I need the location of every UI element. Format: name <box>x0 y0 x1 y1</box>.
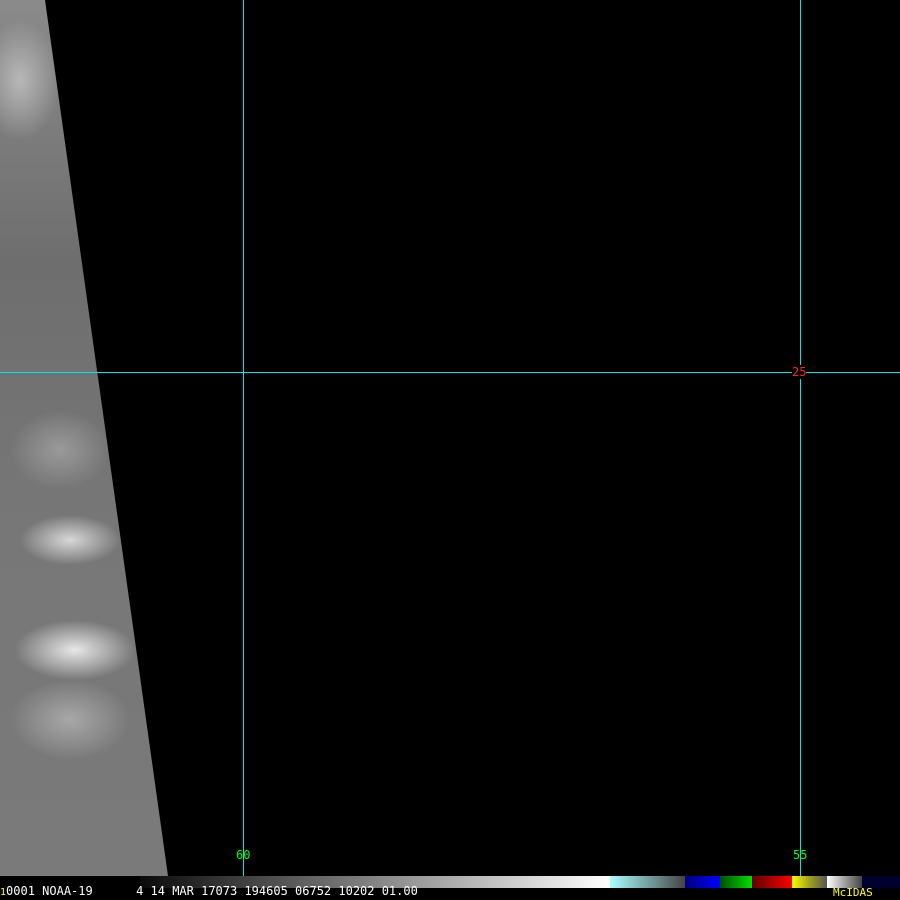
satellite-swath-image <box>0 0 168 876</box>
mcidas-brand: McIDAS <box>833 886 873 899</box>
longitude-line-55 <box>800 0 801 886</box>
latitude-label-25: 25 <box>792 365 807 379</box>
status-bar: 10001 NOAA-19 4 14 MAR 17073 194605 0675… <box>0 884 418 898</box>
longitude-label-55: 55 <box>793 848 808 862</box>
satellite-image-viewer: 60 55 25 10001 NOAA-19 4 14 MAR 17073 19… <box>0 0 900 900</box>
latitude-line-25 <box>0 372 900 373</box>
image-info-text: 0001 NOAA-19 4 14 MAR 17073 194605 06752… <box>6 884 418 898</box>
longitude-line-60 <box>243 0 244 886</box>
longitude-label-60: 60 <box>236 848 251 862</box>
